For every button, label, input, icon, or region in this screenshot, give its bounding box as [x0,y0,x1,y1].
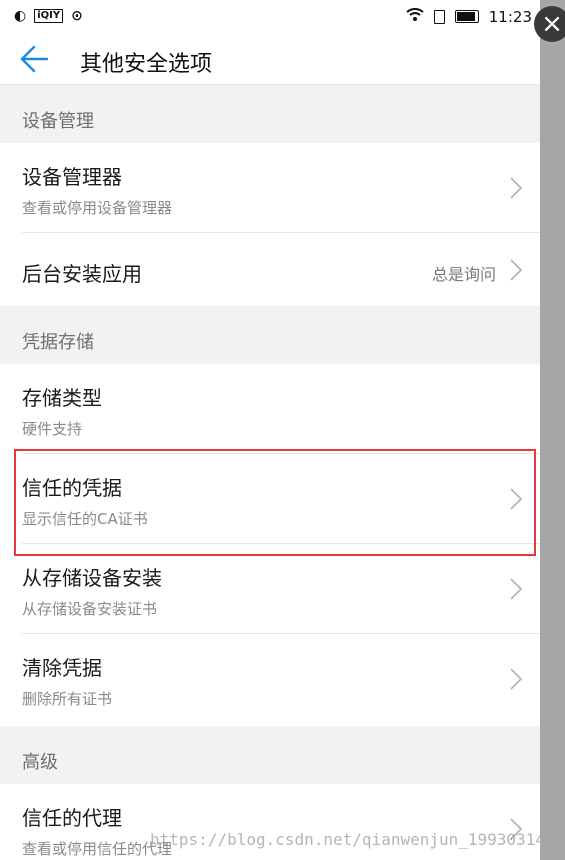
chevron-right-icon [510,668,522,690]
item-subtitle: 查看或停用设备管理器 [22,199,173,217]
chevron-right-icon [510,259,522,281]
wifi-icon [406,7,424,26]
status-bar: ◐ iQIY ⊙ 11:23 [0,0,540,34]
chevron-right-icon [510,177,522,199]
section-title: 高级 [22,752,58,773]
section-header-device-management: 设备管理 [0,85,540,143]
item-subtitle: 硬件支持 [22,420,83,438]
setting-background-install[interactable]: 后台安装应用 总是询问 [0,233,540,308]
q-icon: ◐ [14,8,27,24]
battery-icon [454,10,479,23]
status-left-icons: ◐ iQIY ⊙ [14,8,83,24]
item-title: 清除凭据 [22,656,102,680]
settings-page: ◐ iQIY ⊙ 11:23 其他安全选项 设备管理 设备管理器 查看或停用设备… [0,0,540,860]
back-button[interactable] [18,44,50,74]
item-title: 设备管理器 [22,165,122,189]
setting-storage-type[interactable]: 存储类型 硬件支持 [0,364,540,454]
iqiyi-icon: iQIY [34,9,64,23]
chat-icon: ⊙ [71,8,83,24]
watermark-text: https://blog.csdn.net/qianwenjun_1993031… [150,830,540,849]
overlay-scrim [540,0,565,860]
status-time: 11:23 [488,7,532,26]
item-value: 总是询问 [431,265,496,284]
highlight-box [14,449,536,556]
item-title: 存储类型 [22,386,102,410]
setting-device-admin[interactable]: 设备管理器 查看或停用设备管理器 [0,143,540,233]
item-subtitle: 删除所有证书 [22,690,113,708]
app-header: 其他安全选项 [0,34,540,85]
section-header-advanced: 高级 [0,726,540,784]
page-title: 其他安全选项 [80,52,213,77]
section-header-credential-storage: 凭据存储 [0,306,540,364]
back-arrow-icon [20,45,49,73]
setting-install-from-storage[interactable]: 从存储设备安装 从存储设备安装证书 [0,544,540,634]
section-title: 设备管理 [22,111,94,132]
setting-clear-credentials[interactable]: 清除凭据 删除所有证书 [0,634,540,724]
close-icon: × [541,9,563,39]
status-right-icons: 11:23 [406,7,532,26]
close-button[interactable]: × [534,6,565,42]
group-device-management: 设备管理器 查看或停用设备管理器 后台安装应用 总是询问 [0,143,540,306]
item-subtitle: 从存储设备安装证书 [22,600,158,618]
item-title: 从存储设备安装 [22,566,162,590]
sim-icon [433,9,445,24]
section-title: 凭据存储 [22,332,94,353]
chevron-right-icon [510,578,522,600]
item-title: 信任的代理 [22,806,122,830]
item-title: 后台安装应用 [22,262,142,286]
